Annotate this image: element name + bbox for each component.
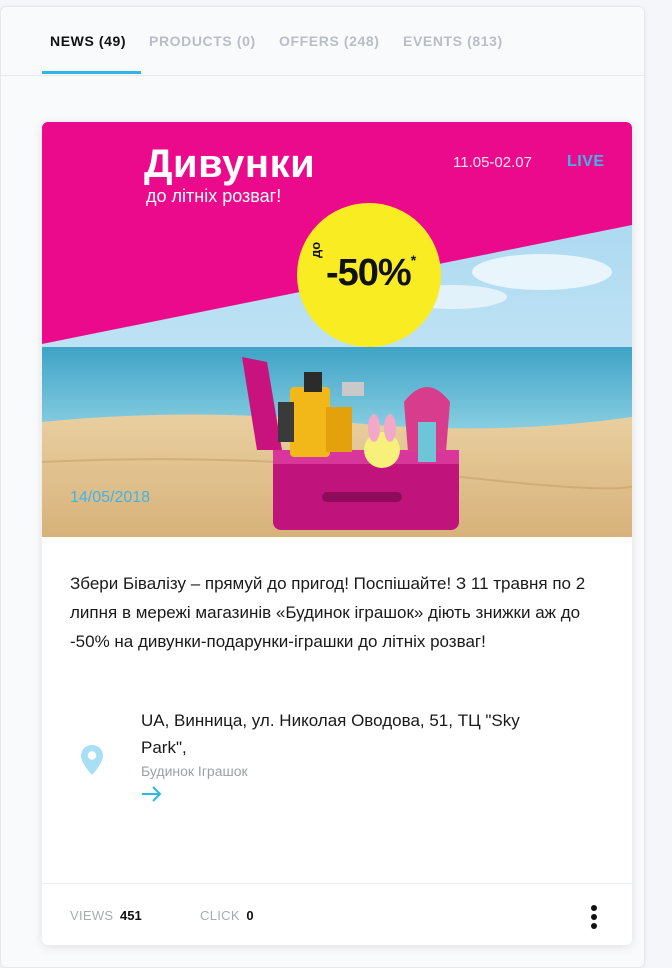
address-text: UA, Винница, ул. Николая Оводова, 51, ТЦ… <box>141 711 520 757</box>
menu-dot <box>591 914 597 920</box>
banner-subtitle: до літніх розваг! <box>146 186 282 206</box>
discount-value: -50% <box>326 252 412 294</box>
live-badge: LIVE <box>567 153 605 170</box>
tab-offers[interactable]: OFFERS (248) <box>279 33 380 49</box>
banner-illustration <box>42 122 632 537</box>
tab-bar: NEWS (49) PRODUCTS (0) OFFERS (248) EVEN… <box>1 7 644 76</box>
news-panel: NEWS (49) PRODUCTS (0) OFFERS (248) EVEN… <box>0 6 645 968</box>
promo-banner-image[interactable]: Дивунки до літніх розваг! 11.05-02.07 LI… <box>42 122 632 537</box>
arrow-right-icon[interactable] <box>140 784 164 804</box>
news-description: Збери Бівалізу – прямуй до пригод! Поспі… <box>70 574 586 651</box>
location-block: UA, Винница, ул. Николая Оводова, 51, ТЦ… <box>42 707 632 817</box>
tab-news[interactable]: NEWS (49) <box>50 33 126 49</box>
discount-mark: * <box>410 252 417 268</box>
publish-date: 14/05/2018 <box>70 489 151 506</box>
menu-dot <box>591 923 597 929</box>
card-footer: VIEWS 451 CLICK 0 <box>42 883 632 945</box>
views-stat: VIEWS 451 <box>70 908 142 923</box>
menu-dot <box>591 905 597 911</box>
click-stat: CLICK 0 <box>200 908 254 923</box>
discount-prefix: до <box>308 241 323 258</box>
store-name: Будинок Іграшок <box>141 763 248 779</box>
news-card: Дивунки до літніх розваг! 11.05-02.07 LI… <box>42 122 632 945</box>
banner-title: Дивунки <box>144 142 316 186</box>
views-label: VIEWS <box>70 908 114 923</box>
map-pin-icon <box>81 745 103 775</box>
click-count: 0 <box>246 908 254 923</box>
banner-dates: 11.05-02.07 <box>453 154 532 171</box>
more-vertical-icon[interactable] <box>587 903 601 931</box>
views-count: 451 <box>120 908 142 923</box>
tab-products[interactable]: PRODUCTS (0) <box>149 33 256 49</box>
discount-label: -50%* <box>326 252 417 295</box>
click-label: CLICK <box>200 908 240 923</box>
active-tab-indicator <box>42 71 141 74</box>
tab-events[interactable]: EVENTS (813) <box>403 33 503 49</box>
